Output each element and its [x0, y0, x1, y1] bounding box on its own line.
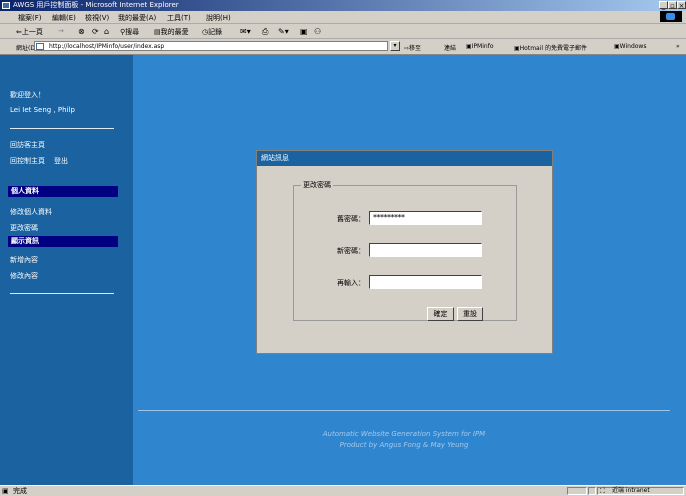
footer-line-2: Product by Angus Fong & May Yeung [339, 441, 469, 449]
status-cell [567, 487, 587, 495]
confirm-password-input[interactable] [369, 275, 482, 289]
menu-favorites[interactable]: 我的最愛(A) [118, 13, 156, 23]
refresh-icon[interactable]: ⟳ [92, 27, 99, 36]
ie-logo [660, 11, 682, 22]
link-hotmail-label: Hotmail 的免費電子郵件 [519, 45, 587, 52]
forward-button[interactable]: → [58, 27, 64, 35]
close-button[interactable]: × [677, 1, 686, 10]
link-edit-content[interactable]: 修改內容 [10, 271, 38, 281]
address-bar: 網址(D) http://localhost/IPMinfo/user/inde… [0, 39, 686, 55]
link-change-password[interactable]: 更改密碼 [10, 223, 38, 233]
link-add-content[interactable]: 新增內容 [10, 255, 38, 265]
menu-view[interactable]: 檢視(V) [85, 13, 109, 23]
section-display: 顯示資訊 [8, 236, 118, 247]
sidebar: 歡迎登入！ Lei Iet Seng , Philp 回訪客主頁 回控制主頁 登… [0, 55, 133, 485]
search-label: 搜尋 [125, 28, 140, 36]
go-label: 移至 [409, 45, 422, 52]
section-personal: 個人資料 [8, 186, 118, 197]
menu-file[interactable]: 檔案(F) [18, 13, 42, 23]
search-button[interactable]: ⚲搜尋 [120, 27, 139, 37]
menu-edit[interactable]: 編輯(E) [52, 13, 76, 23]
back-button[interactable]: ⇐上一頁 [16, 27, 43, 37]
dialog-title: 網站訊息 [257, 151, 552, 166]
go-button[interactable]: ⇨移至 [404, 43, 421, 52]
messenger-icon[interactable]: ⚇ [314, 27, 321, 36]
favorites-icon: ▤ [154, 28, 161, 36]
address-dropdown-icon[interactable]: ▾ [390, 41, 400, 51]
link-visitor-home[interactable]: 回訪客主頁 [10, 140, 45, 150]
ie-window-icon [2, 2, 10, 9]
divider [10, 293, 114, 294]
links-more-icon[interactable]: » [676, 43, 680, 50]
favorites-button[interactable]: ▤我的最愛 [154, 27, 189, 37]
link-edit-profile[interactable]: 修改個人資料 [10, 207, 52, 217]
link-windows[interactable]: ▣Windows [614, 43, 646, 50]
reset-button[interactable]: 重設 [457, 307, 483, 321]
user-name: Lei Iet Seng , Philp [10, 106, 75, 114]
menu-help[interactable]: 說明(H) [206, 13, 231, 23]
menu-tools[interactable]: 工具(T) [167, 13, 191, 23]
old-password-input[interactable]: ********* [369, 211, 482, 225]
divider [10, 128, 114, 129]
print-icon[interactable]: ⎙ [262, 27, 268, 37]
history-button[interactable]: ◷記錄 [202, 27, 222, 37]
history-label: 記錄 [208, 28, 223, 36]
status-bar: ▣ 完成 ⛶ 近端 intranet [0, 485, 686, 496]
change-password-dialog: 網站訊息 更改密碼 舊密碼： ********* 新密碼： 再輸入： 確定 重設 [256, 150, 553, 354]
link-logout[interactable]: 登出 [54, 156, 68, 166]
window-title: AWGS 用戶控制面板 - Microsoft Internet Explore… [13, 1, 179, 9]
confirm-password-label: 再輸入： [337, 279, 365, 287]
link-ipminfo-label: IPMinfo [471, 43, 494, 50]
window-title-bar[interactable]: AWGS 用戶控制面板 - Microsoft Internet Explore… [0, 0, 686, 11]
old-password-label: 舊密碼： [337, 215, 365, 223]
home-icon[interactable]: ⌂ [104, 27, 109, 36]
welcome-text: 歡迎登入！ [10, 91, 45, 99]
fieldset-legend: 更改密碼 [301, 180, 333, 190]
link-windows-label: Windows [619, 43, 647, 50]
address-input[interactable]: http://localhost/IPMinfo/user/index.asp [34, 41, 388, 51]
page-icon [36, 43, 44, 50]
status-cell [588, 487, 596, 495]
minimize-button[interactable]: _ [659, 1, 668, 10]
toolbar: ⇐上一頁 → ⊗ ⟳ ⌂ ⚲搜尋 ▤我的最愛 ◷記錄 ✉▾ ⎙ ✎▾ ▣ ⚇ [0, 24, 686, 39]
new-password-label: 新密碼： [337, 247, 365, 255]
link-control-home[interactable]: 回控制主頁 [10, 156, 45, 166]
favorites-label: 我的最愛 [160, 28, 189, 36]
discuss-icon[interactable]: ▣ [300, 27, 308, 36]
links-label: 連結 [444, 45, 457, 52]
menu-bar: 檔案(F) 編輯(E) 檢視(V) 我的最愛(A) 工具(T) 說明(H) [0, 11, 686, 24]
ok-button[interactable]: 確定 [427, 307, 454, 321]
link-ipminfo[interactable]: ▣IPMinfo [466, 43, 494, 50]
footer-line-1: Automatic Website Generation System for … [322, 430, 486, 438]
footer-rule [138, 410, 670, 411]
restore-button[interactable]: ▫ [668, 1, 677, 10]
new-password-input[interactable] [369, 243, 482, 257]
stop-icon[interactable]: ⊗ [78, 27, 85, 36]
edit-icon[interactable]: ✎▾ [278, 27, 289, 36]
mail-icon[interactable]: ✉▾ [240, 27, 251, 36]
link-hotmail[interactable]: ▣Hotmail 的免費電子郵件 [514, 43, 587, 52]
zone-cell: ⛶ 近端 intranet [597, 487, 684, 495]
